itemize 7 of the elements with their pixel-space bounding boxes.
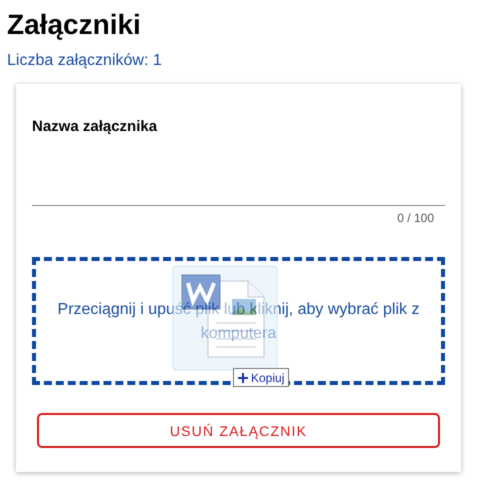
plus-icon	[238, 372, 248, 382]
field-label: Nazwa załącznika	[32, 118, 158, 135]
page-title: Załączniki	[7, 8, 141, 42]
copy-label: Kopiuj	[251, 370, 284, 384]
attachment-count: Liczba załączników: 1	[7, 52, 162, 70]
remove-attachment-button[interactable]: USUŃ ZAŁĄCZNIK	[37, 413, 440, 448]
character-counter: 0 / 100	[397, 211, 434, 225]
